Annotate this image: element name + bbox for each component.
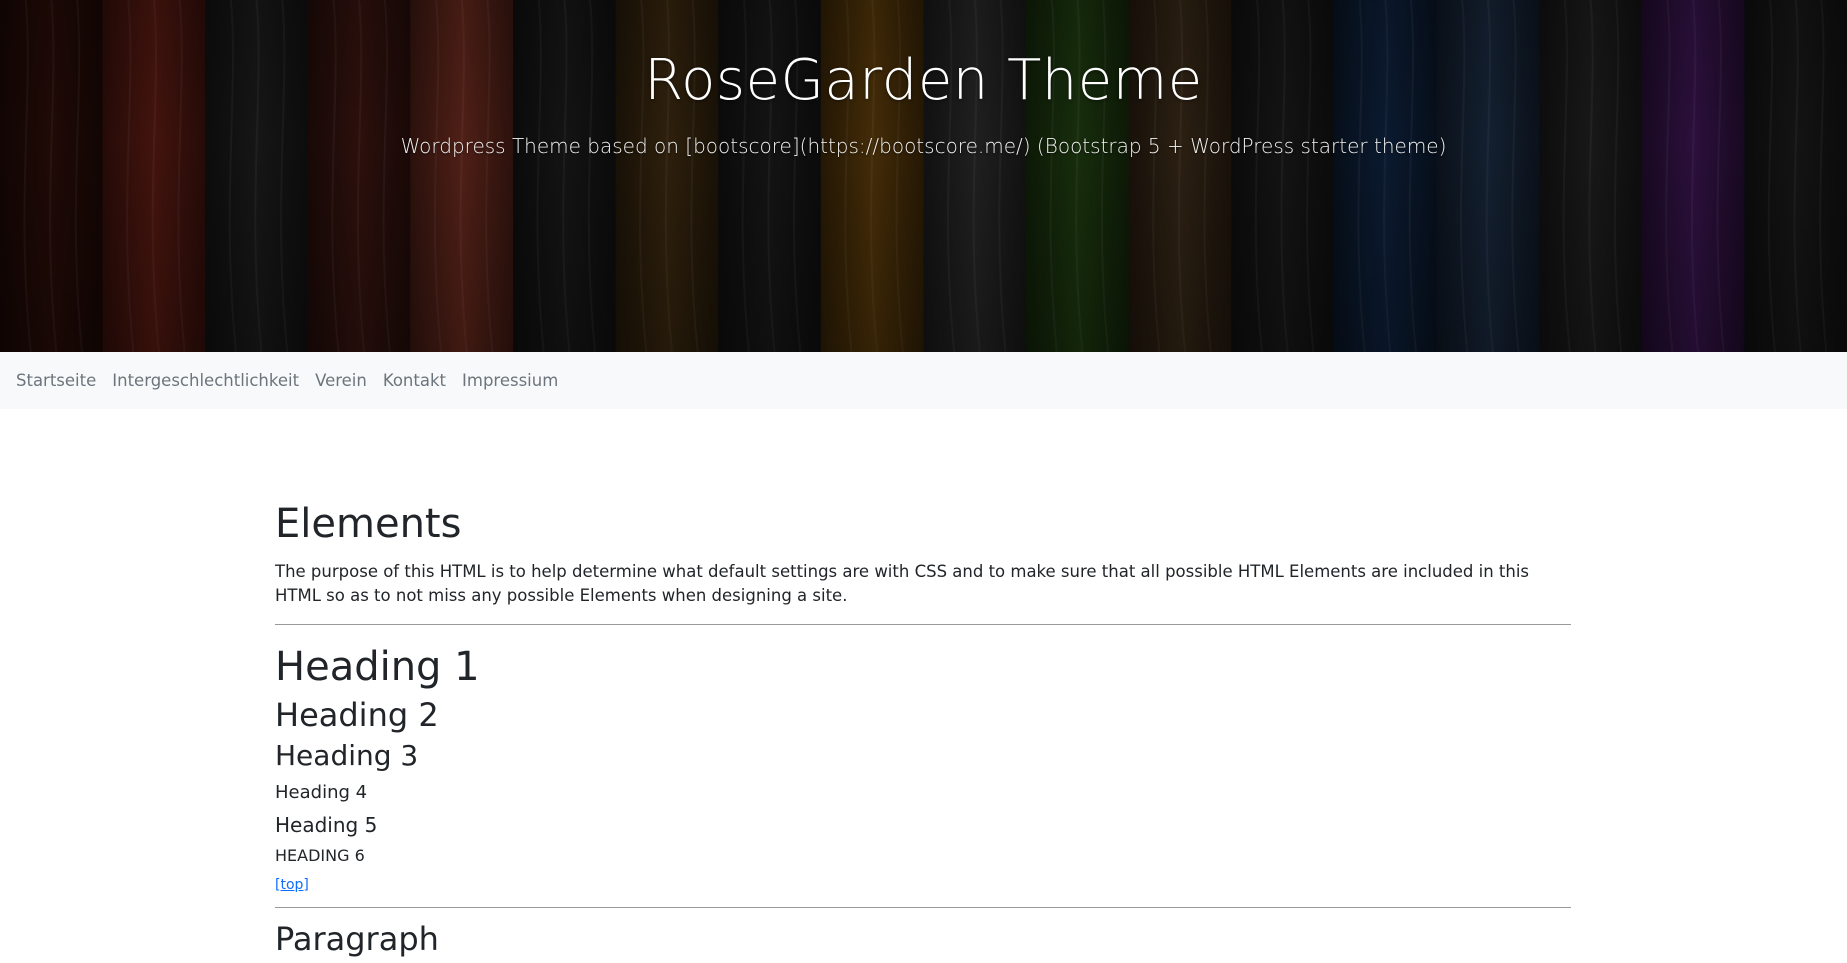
heading-5: Heading 5: [275, 812, 378, 837]
page: RoseGarden Theme Wordpress Theme based o…: [0, 0, 1847, 963]
divider: [275, 906, 1571, 908]
heading-1: Heading 1: [275, 644, 480, 690]
heading-6: Heading 6: [275, 845, 365, 865]
nav-item-kontakt: Kontakt: [383, 371, 446, 390]
nav-item-startseite: Startseite: [16, 371, 96, 390]
top-link[interactable]: [top]: [275, 877, 309, 893]
heading-3: Heading 3: [275, 739, 419, 772]
site-description: Wordpress Theme based on [bootscore](htt…: [400, 134, 1447, 158]
nav-link-kontakt[interactable]: Kontakt: [383, 371, 446, 390]
nav-menu: Startseite Intergeschlechtlichkeit Verein K…: [0, 352, 1847, 409]
nav-item-verein: Verein: [315, 371, 367, 390]
nav-link-intergeschlechtlichkeit[interactable]: Intergeschlechtlichkeit: [112, 371, 299, 390]
site-header: RoseGarden Theme Wordpress Theme based o…: [0, 0, 1847, 352]
page-title: Elements: [275, 501, 462, 547]
nav-item-impressium: Impressium: [462, 371, 558, 390]
divider: [275, 624, 1571, 625]
intro-paragraph: The purpose of this HTML is to help dete…: [275, 562, 1530, 605]
site-title[interactable]: RoseGarden Theme: [0, 48, 1847, 113]
section-title-paragraph: Paragraph: [275, 919, 439, 958]
main-content: Elements The purpose of this HTML is to …: [275, 500, 1571, 958]
nav-link-impressium[interactable]: Impressium: [462, 371, 558, 390]
main-navigation: Startseite Intergeschlechtlichkeit Verein K…: [0, 352, 1847, 409]
nav-link-startseite[interactable]: Startseite: [16, 371, 96, 390]
heading-4: Heading 4: [275, 781, 368, 803]
heading-2: Heading 2: [275, 696, 439, 734]
nav-link-verein[interactable]: Verein: [315, 371, 367, 390]
nav-item-intergeschlechtlichkeit: Intergeschlechtlichkeit: [112, 371, 299, 390]
